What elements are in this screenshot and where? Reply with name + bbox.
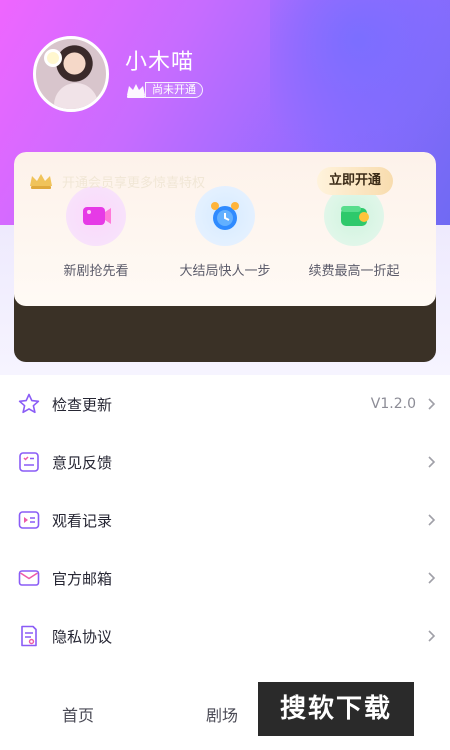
benefit-early-access[interactable]: 新剧抢先看 xyxy=(26,186,166,279)
mail-icon xyxy=(18,570,40,586)
vip-status-badge: 尚未开通 xyxy=(125,80,203,99)
benefit-renewal-discount[interactable]: 续费最高一折起 xyxy=(284,186,424,279)
menu-item-label: 意见反馈 xyxy=(52,453,113,472)
menu-item-label: 官方邮箱 xyxy=(52,569,113,588)
avatar-figure-detail xyxy=(54,83,98,109)
play-history-icon xyxy=(18,511,40,529)
chevron-right-icon xyxy=(428,456,436,468)
star-icon xyxy=(18,393,40,414)
tab-home[interactable]: 首页 xyxy=(62,702,94,726)
benefit-label: 大结局快人一步 xyxy=(179,264,271,279)
menu-item-privacy[interactable]: 隐私协议 xyxy=(0,607,450,665)
avatar-flower-detail xyxy=(44,49,62,67)
benefit-label: 新剧抢先看 xyxy=(63,264,129,279)
menu-item-feedback[interactable]: 意见反馈 xyxy=(0,433,450,491)
watermark: 搜软下载 xyxy=(258,682,414,736)
username: 小木喵 xyxy=(125,50,195,75)
menu-item-label: 观看记录 xyxy=(52,511,113,530)
vip-promo-text: 开通会员享更多惊喜特权 xyxy=(62,176,206,191)
menu-item-watch-history[interactable]: 观看记录 xyxy=(0,491,450,549)
open-vip-button[interactable]: 立即开通 xyxy=(317,167,393,195)
settings-menu: 检查更新 V1.2.0 意见反馈 观看记录 官方邮箱 隐私协议 xyxy=(0,375,450,665)
benefit-label: 续费最高一折起 xyxy=(308,264,400,279)
menu-item-official-email[interactable]: 官方邮箱 xyxy=(0,549,450,607)
feedback-list-icon xyxy=(19,452,39,472)
gold-crown-icon xyxy=(30,174,52,189)
benefit-finale-first[interactable]: 大结局快人一步 xyxy=(155,186,295,279)
chevron-right-icon xyxy=(428,630,436,642)
avatar[interactable] xyxy=(33,36,109,112)
vip-status-text: 尚未开通 xyxy=(145,81,203,98)
menu-item-label: 隐私协议 xyxy=(52,627,113,646)
version-value: V1.2.0 xyxy=(370,396,416,412)
menu-item-label: 检查更新 xyxy=(52,395,113,414)
alarm-clock-icon xyxy=(195,186,255,246)
wallet-coin-icon xyxy=(324,186,384,246)
document-icon xyxy=(21,625,37,647)
chevron-right-icon xyxy=(428,514,436,526)
chevron-right-icon xyxy=(428,398,436,410)
crown-icon xyxy=(127,83,145,98)
chevron-right-icon xyxy=(428,572,436,584)
video-camera-icon xyxy=(66,186,126,246)
menu-item-check-update[interactable]: 检查更新 V1.2.0 xyxy=(0,375,450,433)
tab-theater[interactable]: 剧场 xyxy=(206,702,238,726)
